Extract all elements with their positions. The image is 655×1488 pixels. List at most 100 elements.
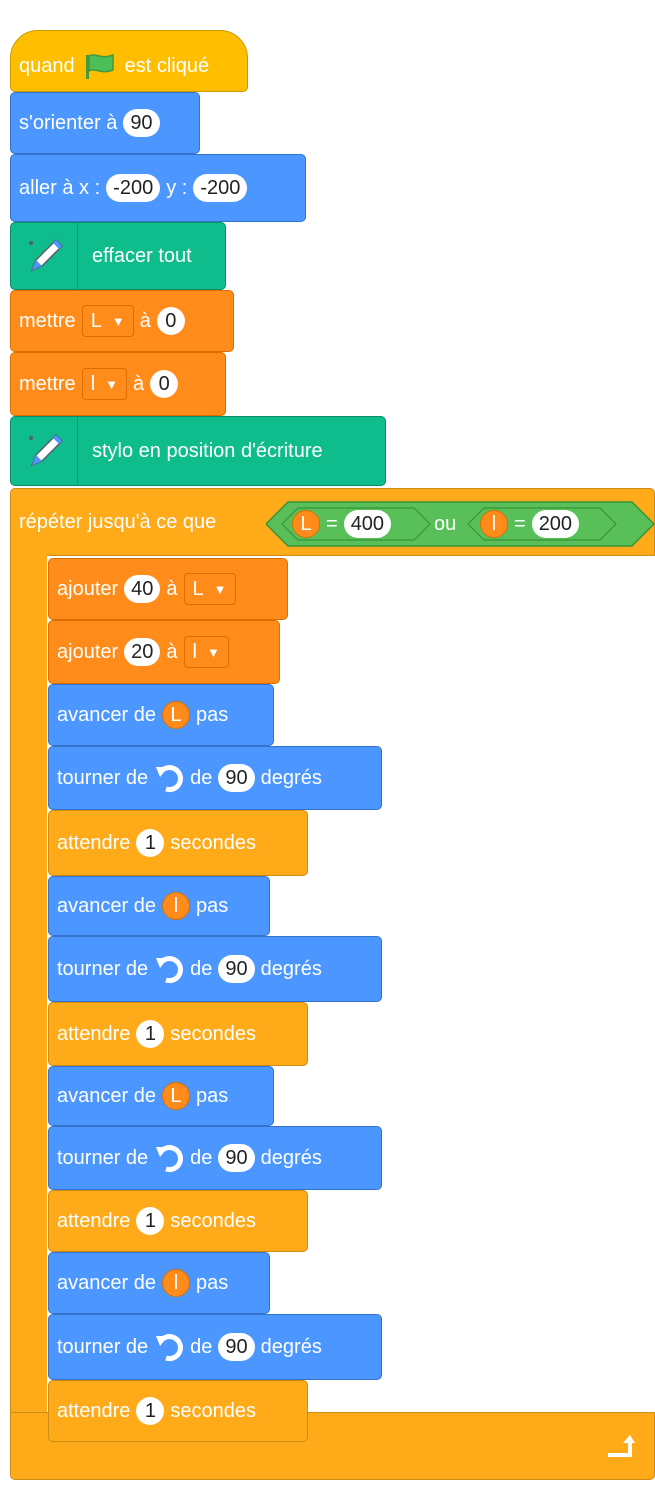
- operator-symbol: =: [514, 512, 526, 535]
- variable-dropdown[interactable]: l ▼: [183, 636, 229, 668]
- when-flag-clicked-block[interactable]: quand est cliqué: [10, 30, 248, 92]
- dropdown-arrow-icon: ▼: [206, 644, 220, 660]
- block-label: stylo en position d'écriture: [92, 439, 323, 462]
- variable-dropdown[interactable]: L ▼: [81, 305, 134, 337]
- block-label: attendre: [57, 1022, 131, 1045]
- seconds-input[interactable]: 1: [136, 1207, 165, 1235]
- block-label: à: [133, 372, 145, 395]
- equals-operator-1[interactable]: L = 400: [292, 510, 397, 538]
- variable-dropdown[interactable]: l ▼: [81, 368, 128, 400]
- block-label: avancer de: [57, 894, 156, 917]
- degrees-input[interactable]: 90: [218, 1333, 255, 1361]
- turn-left-block[interactable]: tourner de de 90 degrés: [48, 1126, 382, 1190]
- block-label: attendre: [57, 831, 131, 854]
- seconds-input[interactable]: 1: [136, 829, 165, 857]
- variable-reporter[interactable]: L: [161, 1082, 190, 1110]
- rotate-left-icon: [154, 1143, 184, 1173]
- set-variable-block[interactable]: mettre l ▼ à 0: [10, 352, 226, 416]
- block-label: de: [190, 1146, 213, 1169]
- block-label: pas: [195, 703, 229, 726]
- variable-name: l: [90, 372, 96, 395]
- variable-reporter[interactable]: l: [480, 510, 508, 538]
- variable-reporter[interactable]: L: [161, 701, 190, 729]
- variable-name: L: [192, 577, 204, 600]
- change-variable-block[interactable]: ajouter 20 à l ▼: [48, 620, 280, 684]
- block-label: degrés: [260, 1146, 322, 1169]
- wait-block[interactable]: attendre 1 secondes: [48, 810, 308, 876]
- block-label: de: [190, 1335, 213, 1358]
- erase-all-block[interactable]: effacer tout: [10, 222, 226, 290]
- block-label: attendre: [57, 1399, 131, 1422]
- variable-dropdown[interactable]: L ▼: [183, 573, 236, 605]
- turn-left-block[interactable]: tourner de de 90 degrés: [48, 936, 382, 1002]
- block-label: tourner de: [57, 957, 149, 980]
- block-label: est cliqué: [124, 54, 210, 77]
- rotate-left-icon: [154, 763, 184, 793]
- pen-down-block[interactable]: stylo en position d'écriture: [10, 416, 386, 486]
- block-label: avancer de: [57, 1084, 156, 1107]
- wait-block[interactable]: attendre 1 secondes: [48, 1380, 308, 1442]
- seconds-input[interactable]: 1: [136, 1397, 165, 1425]
- block-label: à: [139, 309, 151, 332]
- go-to-xy-block[interactable]: aller à x : -200 y : -200: [10, 154, 306, 222]
- value-input[interactable]: 20: [124, 638, 161, 666]
- rotate-left-icon: [154, 1332, 184, 1362]
- set-variable-block[interactable]: mettre L ▼ à 0: [10, 290, 234, 352]
- block-label: aller à x :: [19, 176, 101, 199]
- rotate-left-icon: [154, 954, 184, 984]
- turn-left-block[interactable]: tourner de de 90 degrés: [48, 746, 382, 810]
- block-label: secondes: [170, 1209, 257, 1232]
- or-label: ou: [434, 513, 457, 535]
- equals-operator-2[interactable]: l = 200: [480, 510, 585, 538]
- block-label: tourner de: [57, 1146, 149, 1169]
- value-input[interactable]: 0: [156, 307, 185, 335]
- change-variable-block[interactable]: ajouter 40 à L ▼: [48, 558, 288, 620]
- move-steps-block[interactable]: avancer de L pas: [48, 1066, 274, 1126]
- repeat-until-spine: [10, 554, 47, 1414]
- variable-reporter[interactable]: l: [161, 892, 190, 920]
- operator-symbol: =: [326, 512, 338, 535]
- degrees-input[interactable]: 90: [218, 764, 255, 792]
- block-label: degrés: [260, 766, 322, 789]
- block-label: avancer de: [57, 703, 156, 726]
- y-input[interactable]: -200: [193, 174, 248, 202]
- or-operator[interactable]: L = 400 ou l = 200: [266, 500, 654, 548]
- block-label: s'orienter à: [19, 111, 118, 134]
- block-label: mettre: [19, 372, 76, 395]
- wait-block[interactable]: attendre 1 secondes: [48, 1190, 308, 1252]
- value-input[interactable]: 200: [531, 510, 580, 538]
- x-input[interactable]: -200: [106, 174, 161, 202]
- dropdown-arrow-icon: ▼: [111, 313, 125, 329]
- move-steps-block[interactable]: avancer de L pas: [48, 684, 274, 746]
- point-in-direction-block[interactable]: s'orienter à 90: [10, 92, 200, 154]
- block-label: répéter jusqu'à ce que: [19, 510, 217, 533]
- variable-reporter[interactable]: l: [161, 1269, 190, 1297]
- block-label: secondes: [170, 1022, 257, 1045]
- wait-block[interactable]: attendre 1 secondes: [48, 1002, 308, 1066]
- block-label: quand: [19, 54, 75, 77]
- value-input[interactable]: 0: [150, 370, 179, 398]
- variable-name: l: [192, 640, 197, 663]
- degrees-input[interactable]: 90: [218, 955, 255, 983]
- block-label: attendre: [57, 1209, 131, 1232]
- move-steps-block[interactable]: avancer de l pas: [48, 1252, 270, 1314]
- variable-name: L: [90, 309, 102, 332]
- block-label: mettre: [19, 309, 76, 332]
- block-label: à: [166, 640, 178, 663]
- value-input[interactable]: 40: [124, 575, 161, 603]
- move-steps-block[interactable]: avancer de l pas: [48, 876, 270, 936]
- seconds-input[interactable]: 1: [136, 1020, 165, 1048]
- block-label: effacer tout: [92, 244, 192, 267]
- green-flag-icon: [83, 52, 117, 80]
- turn-left-block[interactable]: tourner de de 90 degrés: [48, 1314, 382, 1380]
- block-label: pas: [195, 1084, 229, 1107]
- direction-input[interactable]: 90: [123, 109, 160, 137]
- block-label: ajouter: [57, 640, 119, 663]
- variable-reporter[interactable]: L: [292, 510, 320, 538]
- loop-arrow-icon: [606, 1433, 636, 1459]
- block-label: avancer de: [57, 1271, 156, 1294]
- degrees-input[interactable]: 90: [218, 1144, 255, 1172]
- block-label: pas: [195, 894, 229, 917]
- value-input[interactable]: 400: [343, 510, 392, 538]
- pen-icon: [11, 417, 78, 485]
